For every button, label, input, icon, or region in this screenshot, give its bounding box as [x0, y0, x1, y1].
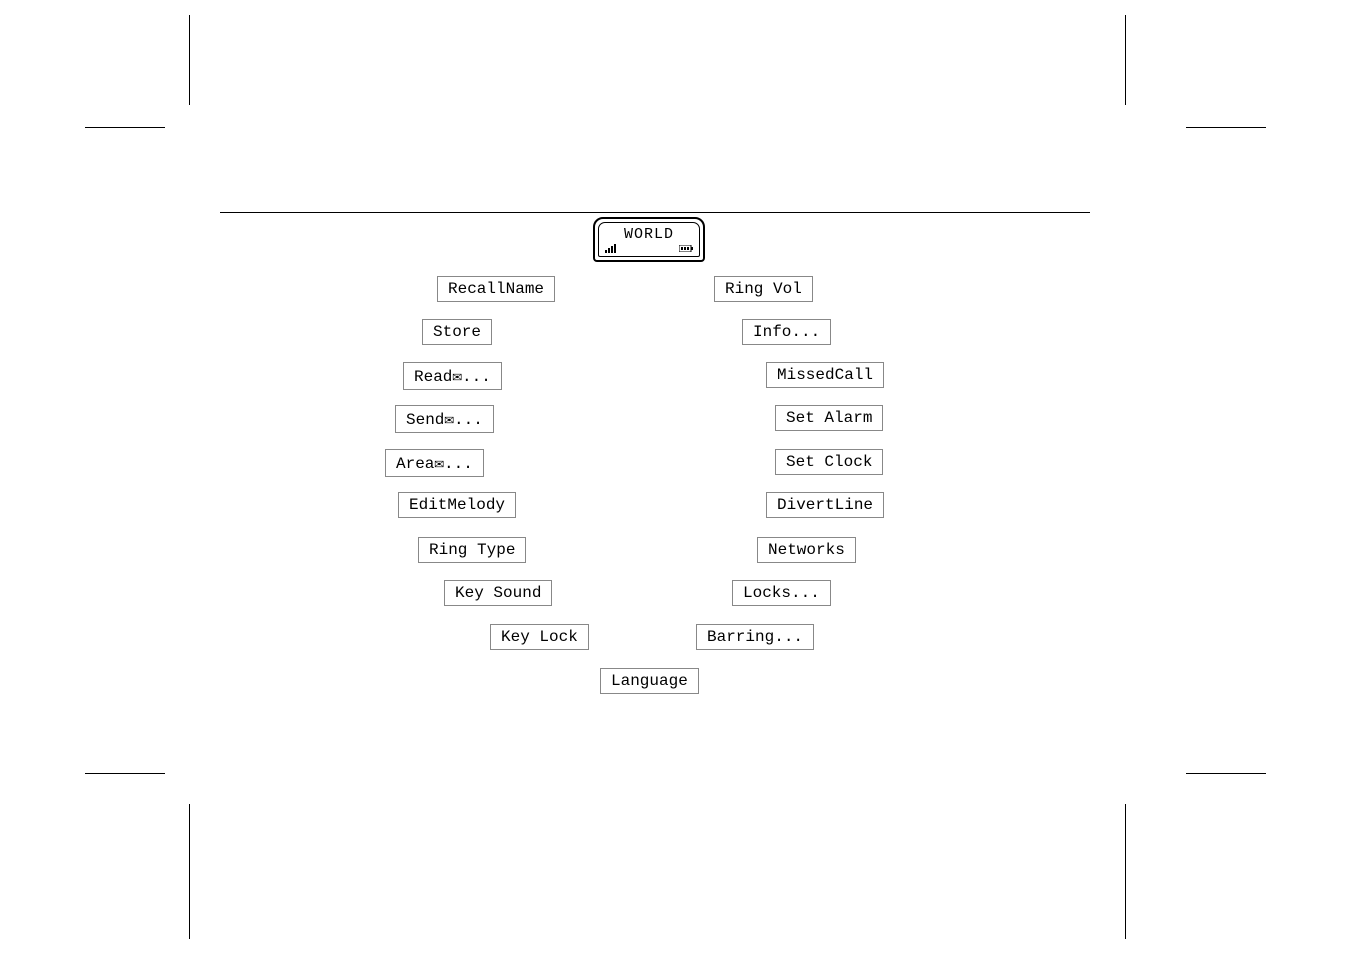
crop-mark: [85, 773, 165, 774]
menu-item[interactable]: Barring...: [696, 624, 814, 650]
menu-item[interactable]: MissedCall: [766, 362, 884, 388]
crop-mark: [85, 127, 165, 128]
menu-item[interactable]: Key Lock: [490, 624, 589, 650]
menu-item[interactable]: Set Alarm: [775, 405, 883, 431]
menu-item[interactable]: Language: [600, 668, 699, 694]
menu-item[interactable]: EditMelody: [398, 492, 516, 518]
crop-mark: [1186, 127, 1266, 128]
phone-display: WORLD: [593, 217, 705, 262]
crop-mark: [189, 15, 190, 105]
menu-item[interactable]: Read✉...: [403, 362, 502, 390]
menu-item[interactable]: Store: [422, 319, 492, 345]
menu-item[interactable]: Area✉...: [385, 449, 484, 477]
signal-icon: [605, 244, 617, 253]
menu-item[interactable]: RecallName: [437, 276, 555, 302]
menu-item[interactable]: Networks: [757, 537, 856, 563]
menu-item[interactable]: Key Sound: [444, 580, 552, 606]
menu-item[interactable]: Ring Type: [418, 537, 526, 563]
menu-item[interactable]: Send✉...: [395, 405, 494, 433]
crop-mark: [1186, 773, 1266, 774]
phone-title: WORLD: [599, 226, 699, 243]
menu-item[interactable]: Locks...: [732, 580, 831, 606]
crop-mark: [1125, 15, 1126, 105]
crop-mark: [1125, 804, 1126, 939]
crop-mark: [189, 804, 190, 939]
menu-item[interactable]: DivertLine: [766, 492, 884, 518]
page-rule: [220, 212, 1090, 213]
menu-item[interactable]: Ring Vol: [714, 276, 813, 302]
menu-item[interactable]: Set Clock: [775, 449, 883, 475]
battery-icon: [679, 245, 693, 252]
phone-display-inner: WORLD: [598, 222, 700, 257]
menu-item[interactable]: Info...: [742, 319, 831, 345]
